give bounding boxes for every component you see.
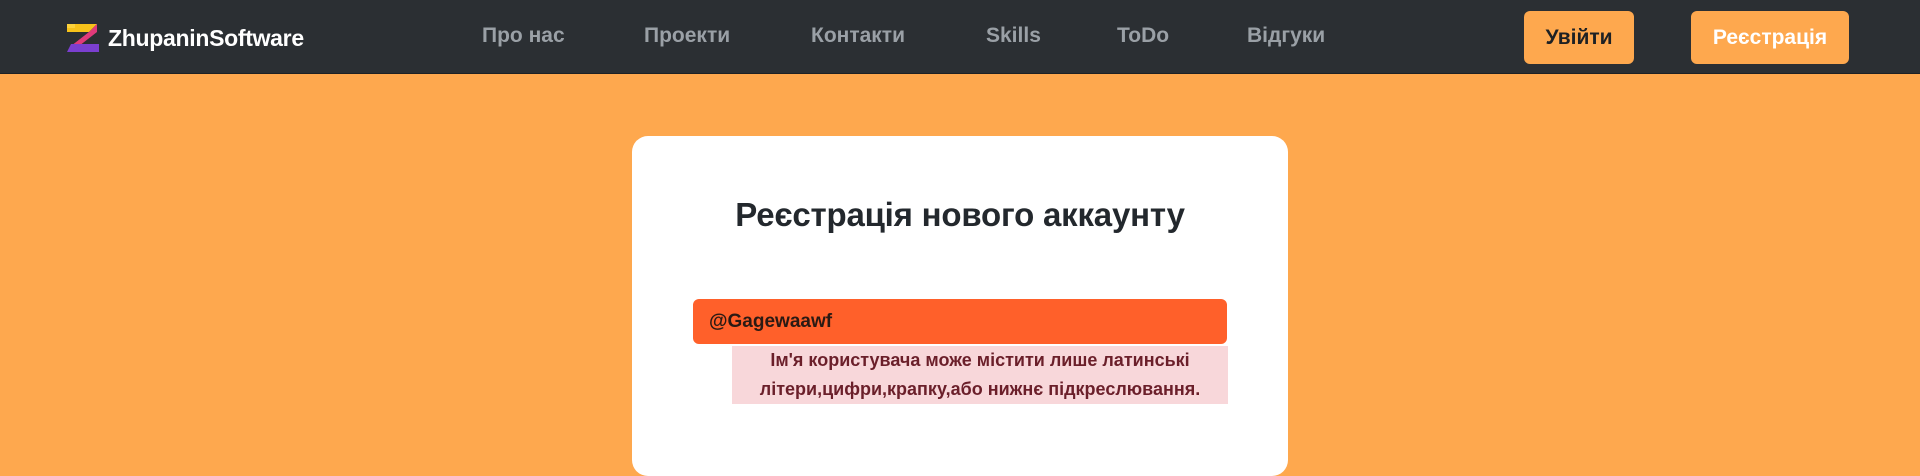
logo-icon: [67, 24, 99, 52]
nav-link-skills[interactable]: Skills: [986, 24, 1041, 48]
error-message-text: Ім'я користувача може містити лише латин…: [759, 350, 1201, 399]
username-input[interactable]: [693, 299, 1227, 344]
page-title: Реєстрація нового аккаунту: [735, 196, 1185, 233]
brand-logo-link[interactable]: ZhupaninSoftware: [65, 22, 304, 54]
nav-link-contacts[interactable]: Контакти: [811, 24, 905, 48]
navbar: ZhupaninSoftware Про нас Проекти Контакт…: [0, 0, 1920, 74]
register-button[interactable]: Реєстрація: [1691, 11, 1849, 64]
page-scrollbar[interactable]: [1912, 74, 1920, 455]
registration-card: Реєстрація нового аккаунту Ім'я користув…: [632, 136, 1288, 476]
brand-name: ZhupaninSoftware: [108, 24, 304, 51]
nav-link-reviews[interactable]: Відгуки: [1247, 24, 1325, 48]
nav-link-todo[interactable]: ToDo: [1117, 24, 1169, 48]
nav-link-projects[interactable]: Проекти: [644, 24, 730, 48]
login-button[interactable]: Увійти: [1524, 11, 1634, 64]
username-error-message: Ім'я користувача може містити лише латин…: [732, 346, 1228, 404]
nav-link-about[interactable]: Про нас: [482, 24, 565, 48]
